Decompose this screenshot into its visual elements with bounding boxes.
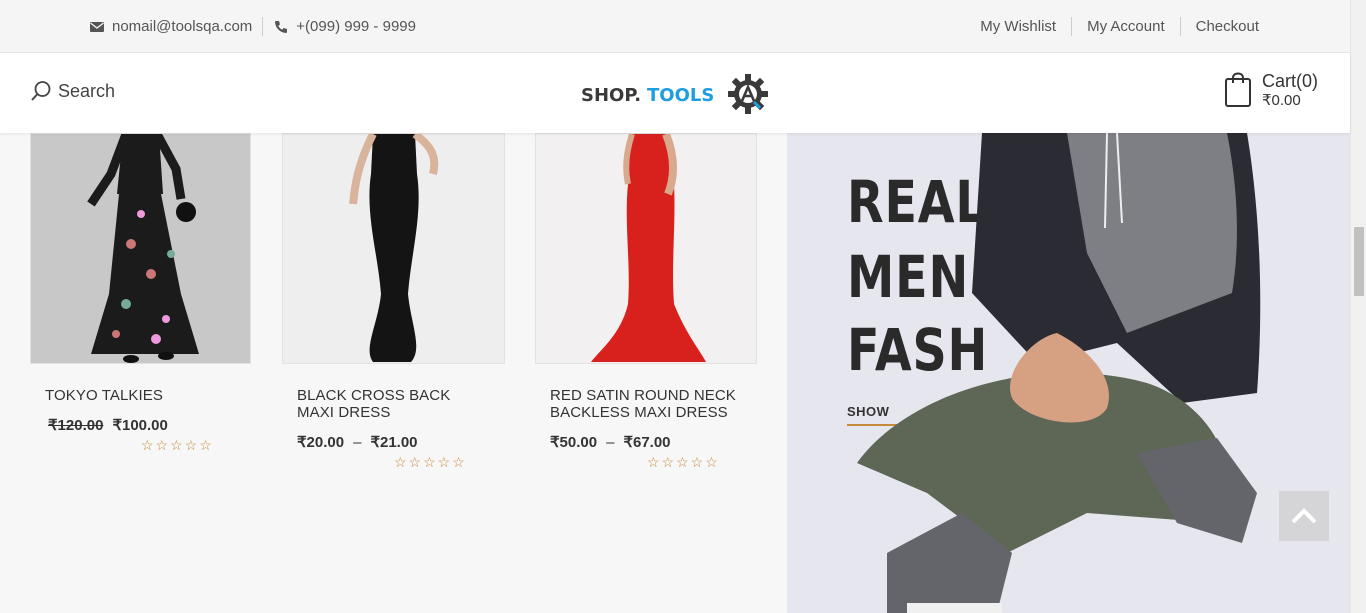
account-links: My Wishlist My Account Checkout (980, 17, 1259, 36)
star-rating: ☆☆☆☆☆ (141, 437, 214, 453)
phone-icon (275, 20, 288, 33)
contact-info: nomail@toolsqa.com +(099) 999 - 9999 (89, 17, 416, 36)
email-text: nomail@toolsqa.com (112, 18, 253, 35)
shopping-bag-icon (1225, 72, 1251, 107)
chevron-up-icon (1291, 508, 1317, 524)
product-image[interactable] (282, 133, 505, 364)
product-name[interactable]: TOKYO TALKIES (45, 387, 163, 404)
price-max: ₹67.00 (623, 434, 671, 451)
my-wishlist-link[interactable]: My Wishlist (980, 18, 1056, 35)
product-price: ₹120.00 ₹100.00 (48, 416, 168, 434)
divider (262, 17, 264, 36)
divider (1071, 17, 1073, 36)
product-price-range: ₹50.00 – ₹67.00 (550, 433, 671, 452)
product-image[interactable] (535, 133, 757, 364)
product-name[interactable]: RED SATIN ROUND NECK BACKLESS MAXI DRESS (550, 387, 736, 421)
red-dress-image (536, 134, 756, 363)
envelope-icon (90, 21, 104, 32)
search-label: Search (58, 80, 116, 101)
product-card[interactable]: RED SATIN ROUND NECK BACKLESS MAXI DRESS… (535, 133, 757, 473)
product-name-line2: MAXI DRESS (297, 404, 391, 421)
old-price: ₹120.00 (48, 417, 104, 434)
page: nomail@toolsqa.com +(099) 999 - 9999 My … (0, 0, 1366, 613)
product-card[interactable]: BLACK CROSS BACK MAXI DRESS ₹20.00 – ₹21… (282, 133, 506, 473)
price-min: ₹50.00 (550, 434, 598, 451)
logo-graphic: SHOP. TOOLS (581, 74, 768, 114)
product-name[interactable]: BLACK CROSS BACK MAXI DRESS (297, 387, 450, 421)
product-card[interactable]: TOKYO TALKIES ₹120.00 ₹100.00 ☆☆☆☆☆ (30, 133, 252, 473)
search-toggle[interactable]: Search (30, 80, 115, 102)
product-name-line1: RED SATIN ROUND NECK (550, 387, 736, 404)
phone-contact[interactable]: +(099) 999 - 9999 (273, 18, 416, 35)
divider (1179, 17, 1181, 36)
sale-price: ₹100.00 (112, 417, 168, 434)
star-rating: ☆☆☆☆☆ (647, 454, 720, 470)
scrollbar-thumb[interactable] (1354, 227, 1364, 296)
product-price-range: ₹20.00 – ₹21.00 (297, 433, 418, 452)
logo-text-dark: SHOP. (581, 85, 641, 106)
floral-dress-image (31, 134, 250, 363)
my-account-link[interactable]: My Account (1087, 18, 1165, 35)
email-contact[interactable]: nomail@toolsqa.com (89, 18, 252, 35)
scroll-to-top-button[interactable] (1279, 491, 1329, 541)
price-min: ₹20.00 (297, 434, 345, 451)
model-image (857, 133, 1261, 613)
site-header: Search SHOP. TOOLS Cart(0) ₹0.00 (0, 53, 1350, 133)
cart-count: Cart(0) (1262, 71, 1319, 91)
black-dress-image (283, 134, 504, 363)
logo-text-blue: TOOLS (647, 85, 714, 106)
checkout-link[interactable]: Checkout (1196, 18, 1259, 35)
price-separator: – (353, 433, 362, 451)
product-image[interactable] (30, 133, 251, 364)
product-name-line2: BACKLESS MAXI DRESS (550, 404, 728, 421)
site-logo[interactable]: SHOP. TOOLS (581, 73, 771, 117)
cart-total: ₹0.00 (1262, 92, 1301, 109)
price-max: ₹21.00 (370, 434, 418, 451)
star-rating: ☆☆☆☆☆ (394, 454, 467, 470)
price-separator: – (606, 433, 615, 451)
search-icon (31, 81, 51, 101)
gear-icon (728, 74, 768, 114)
cart-widget[interactable]: Cart(0) ₹0.00 (1224, 72, 1318, 110)
top-bar: nomail@toolsqa.com +(099) 999 - 9999 My … (0, 0, 1350, 53)
promo-banner[interactable]: REAL MEN FASH SHOW (787, 133, 1350, 613)
product-name-line1: BLACK CROSS BACK (297, 387, 451, 404)
page-scrollbar[interactable] (1350, 0, 1366, 613)
phone-text: +(099) 999 - 9999 (296, 18, 416, 35)
